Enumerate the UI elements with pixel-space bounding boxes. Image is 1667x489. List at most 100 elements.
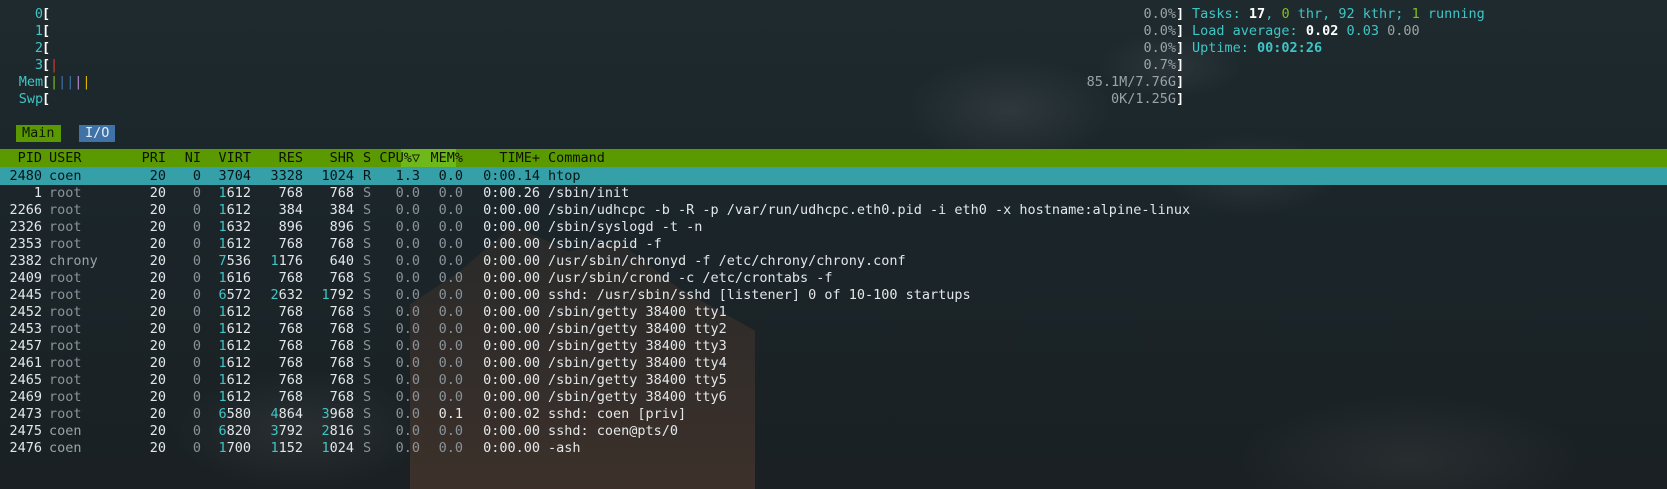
swap-meter-open: [ [42, 91, 51, 107]
cell-ni: 0 [192, 304, 201, 320]
cell-user: root [49, 219, 82, 235]
cell-mem: 0.0 [438, 219, 463, 235]
cell-shr: 768 [329, 304, 354, 320]
cell-cmd: /sbin/getty 38400 tty1 [548, 304, 727, 320]
cell-mem: 0.0 [438, 236, 463, 252]
cell-time: 0:00.00 [483, 423, 540, 439]
cell-pid: 2457 [9, 338, 42, 354]
mem-meter-label: Mem [18, 74, 44, 90]
cell-ni: 0 [192, 236, 201, 252]
cell-shr: 768 [329, 185, 354, 201]
cell-pri: 20 [149, 185, 166, 201]
cell-shr: 768 [329, 355, 354, 371]
column-header-res[interactable]: RES [279, 149, 303, 167]
cell-s: S [363, 236, 372, 252]
cell-time: 0:00.02 [483, 406, 540, 422]
cell-cpu: 0.0 [395, 270, 420, 286]
cell-cpu: 0.0 [395, 253, 420, 269]
cell-cmd: /sbin/getty 38400 tty4 [548, 355, 727, 371]
cell-mem: 0.0 [438, 270, 463, 286]
cell-user: root [49, 389, 82, 405]
cell-s: R [363, 168, 372, 184]
column-header-virt[interactable]: VIRT [218, 149, 251, 167]
column-header-cmd[interactable]: Command [548, 149, 605, 167]
cell-pid: 2266 [9, 202, 42, 218]
tab-io[interactable]: I/O [79, 125, 116, 142]
cell-pid: 2452 [9, 304, 42, 320]
cell-res: 768 [278, 185, 303, 201]
cell-s: S [363, 287, 372, 303]
cpu-meter-2-close: ] [1176, 40, 1185, 56]
cell-ni: 0 [192, 355, 201, 371]
cell-time: 0:00.00 [483, 236, 540, 252]
column-header-shr[interactable]: SHR [330, 149, 354, 167]
cell-user: root [49, 287, 82, 303]
cell-res: 768 [278, 321, 303, 337]
cell-cmd: htop [548, 168, 581, 184]
cell-ni: 0 [192, 270, 201, 286]
cell-s: S [363, 253, 372, 269]
cell-pid: 2409 [9, 270, 42, 286]
cell-s: S [363, 423, 372, 439]
cell-s: S [363, 321, 372, 337]
cell-shr: 768 [329, 372, 354, 388]
cell-shr: 768 [329, 389, 354, 405]
cell-ni: 0 [192, 440, 201, 456]
cell-s: S [363, 270, 372, 286]
cell-shr: 1792 [321, 287, 354, 303]
cell-pid: 2473 [9, 406, 42, 422]
column-header-s[interactable]: S [363, 149, 371, 167]
cell-shr: 1024 [321, 440, 354, 456]
cell-virt: 1612 [218, 202, 251, 218]
cell-cpu: 1.3 [395, 168, 420, 184]
mem-bar-segment: | [82, 74, 91, 90]
cell-user: root [49, 355, 82, 371]
cell-res: 896 [278, 219, 303, 235]
cell-virt: 1612 [218, 321, 251, 337]
cell-mem: 0.0 [438, 338, 463, 354]
cell-shr: 768 [329, 270, 354, 286]
cell-shr: 768 [329, 321, 354, 337]
cell-time: 0:00.00 [483, 355, 540, 371]
cell-user: root [49, 202, 82, 218]
column-header-pri[interactable]: PRI [142, 149, 166, 167]
cell-virt: 1612 [218, 338, 251, 354]
cell-cmd: /sbin/getty 38400 tty6 [548, 389, 727, 405]
cell-ni: 0 [192, 406, 201, 422]
column-header-pid[interactable]: PID [18, 149, 42, 167]
cell-pid: 2353 [9, 236, 42, 252]
cell-res: 768 [278, 355, 303, 371]
cell-pid: 2480 [9, 168, 42, 184]
column-header-user[interactable]: USER [49, 149, 82, 167]
cell-cpu: 0.0 [395, 372, 420, 388]
column-header-cpu[interactable]: CPU%▽ [379, 149, 420, 167]
load-average: Load average: 0.02 0.03 0.00 [1192, 23, 1420, 39]
cpu-meter-1-open: [ [42, 23, 51, 39]
column-header-time[interactable]: TIME+ [499, 149, 540, 167]
cell-pid: 2465 [9, 372, 42, 388]
cell-user: root [49, 236, 82, 252]
cell-ni: 0 [192, 287, 201, 303]
cell-cpu: 0.0 [395, 219, 420, 235]
mem-bar-segment: | [58, 74, 67, 90]
mem-bar-segment: | [66, 74, 75, 90]
cell-ni: 0 [192, 253, 201, 269]
cpu-meter-0-close: ] [1176, 6, 1185, 22]
cell-cmd: /sbin/acpid -f [548, 236, 662, 252]
column-header-mem[interactable]: MEM% [430, 149, 463, 167]
cell-cpu: 0.0 [395, 202, 420, 218]
cell-mem: 0.0 [438, 287, 463, 303]
cell-virt: 6580 [218, 406, 251, 422]
cell-user: chrony [49, 253, 98, 269]
cell-shr: 2816 [321, 423, 354, 439]
cell-s: S [363, 372, 372, 388]
cell-shr: 1024 [321, 168, 354, 184]
cell-user: coen [49, 168, 82, 184]
cell-ni: 0 [192, 168, 201, 184]
cell-pri: 20 [149, 440, 166, 456]
tab-main[interactable]: Main [16, 125, 61, 142]
column-header-ni[interactable]: NI [185, 149, 201, 167]
cell-pid: 2453 [9, 321, 42, 337]
mem-meter-close: ] [1176, 74, 1185, 90]
cell-pri: 20 [149, 253, 166, 269]
